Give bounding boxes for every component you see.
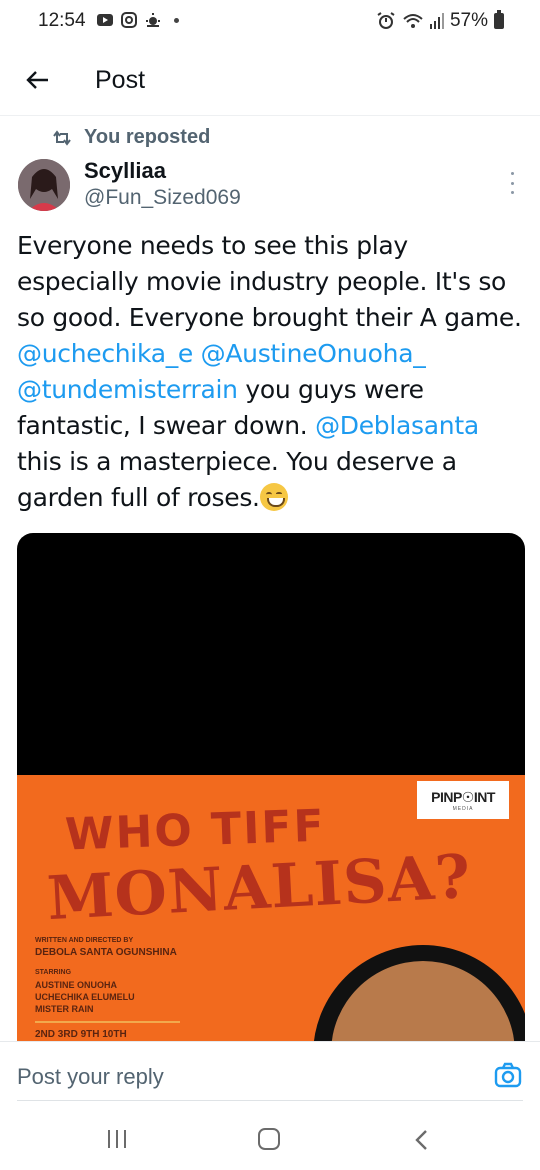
more-dot-icon: [510, 172, 514, 175]
home-button[interactable]: [258, 1128, 280, 1150]
battery-percent: 57%: [449, 10, 488, 31]
more-options-button[interactable]: [506, 172, 518, 194]
battery-icon: [494, 10, 504, 29]
pinpoint-logo: PINP☉INT MEDIA: [417, 781, 509, 819]
cast-name: UCHECHIKA ELUMELU: [35, 992, 135, 1002]
poster-dates: 2ND 3RD 9TH 10TH: [35, 1029, 127, 1040]
grinning-emoji-icon: [259, 483, 288, 511]
notification-icons: [96, 12, 179, 28]
reply-divider: [17, 1100, 523, 1101]
recent-apps-icon: [124, 1130, 126, 1148]
recent-apps-button[interactable]: [108, 1130, 126, 1148]
reply-bar: Post your reply: [0, 1041, 540, 1109]
signal-icon: [429, 13, 444, 29]
app-bar: Post: [0, 44, 540, 116]
starring-label: STARRING: [35, 969, 72, 976]
recent-apps-icon: [116, 1130, 118, 1148]
mention-link[interactable]: @uchechika_e: [17, 339, 193, 368]
poster-credits: WRITTEN AND DIRECTED BY DEBOLA SANTA OGU…: [35, 935, 177, 1015]
mention-link[interactable]: @AustineOnuoha_: [201, 339, 426, 368]
cast-name: AUSTINE ONUOHA: [35, 980, 118, 990]
system-icons: 57%: [376, 10, 504, 32]
post-text-part: Everyone needs to see this play especial…: [17, 231, 522, 332]
back-button[interactable]: [20, 62, 56, 98]
author-handle[interactable]: @Fun_Sized069: [84, 186, 241, 210]
wifi-icon: [403, 14, 423, 28]
avatar-image: [18, 159, 70, 211]
camera-icon[interactable]: [494, 1062, 522, 1088]
logo-text: PINP☉INT: [431, 788, 495, 805]
logo-subtext: MEDIA: [452, 805, 474, 812]
post-text-part: this is a masterpiece. You deserve a gar…: [17, 447, 457, 512]
cast-name: MISTER RAIN: [35, 1004, 94, 1014]
recent-apps-icon: [108, 1130, 110, 1148]
reply-input[interactable]: Post your reply: [17, 1064, 164, 1090]
poster-image: PINP☉INT MEDIA WHO TIFF MONALISA? WRITTE…: [17, 775, 525, 1053]
repost-label: You reposted: [84, 126, 211, 148]
post-media[interactable]: PINP☉INT MEDIA WHO TIFF MONALISA? WRITTE…: [17, 533, 525, 1053]
avatar[interactable]: [18, 159, 70, 211]
more-notifications-dot: [174, 17, 179, 23]
nav-back-icon[interactable]: [412, 1128, 432, 1152]
repost-indicator: You reposted: [52, 126, 210, 149]
poster-divider: [35, 1021, 180, 1023]
writer-name: DEBOLA SANTA OGUNSHINA: [35, 947, 177, 958]
page-title: Post: [95, 66, 146, 94]
instagram-icon: [121, 12, 137, 28]
more-dot-icon: [510, 191, 514, 194]
mention-link[interactable]: @Deblasanta: [315, 411, 479, 440]
weather-icon: [146, 13, 160, 27]
youtube-icon: [97, 14, 113, 26]
system-nav-bar: [0, 1110, 540, 1170]
written-label: WRITTEN AND DIRECTED BY: [35, 937, 134, 944]
more-dot-icon: [510, 181, 514, 185]
repost-icon: [53, 129, 71, 146]
status-time: 12:54: [38, 10, 86, 31]
mention-link[interactable]: @tundemisterrain: [17, 375, 238, 404]
alarm-icon: [377, 12, 395, 29]
author-name[interactable]: Scylliaa: [84, 158, 166, 184]
post-text: Everyone needs to see this play especial…: [17, 228, 522, 516]
status-bar: 12:54 57%: [0, 0, 540, 44]
back-arrow-icon: [26, 71, 48, 89]
